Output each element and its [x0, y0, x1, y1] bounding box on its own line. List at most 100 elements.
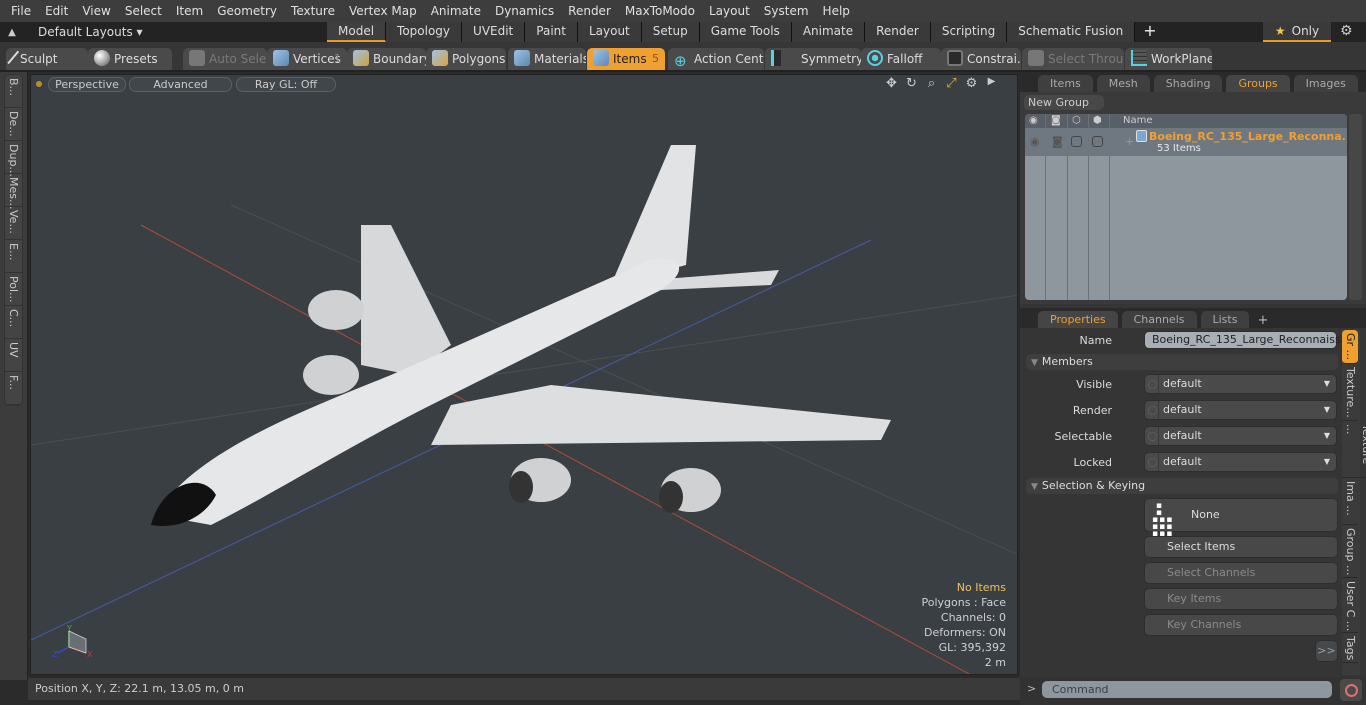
menu-view[interactable]: View	[75, 4, 117, 18]
menu-select[interactable]: Select	[118, 4, 169, 18]
visibility-eye-icon[interactable]: ◉	[1029, 115, 1038, 126]
left-tab-mesh-edit[interactable]: Mes...	[5, 174, 22, 209]
members-section[interactable]: ▼ Members	[1026, 354, 1338, 370]
materials-button[interactable]: Materials	[508, 48, 586, 70]
side-tab-tags[interactable]: Tags	[1342, 633, 1358, 663]
only-toggle[interactable]: ★ Only	[1263, 22, 1331, 42]
menu-vertex-map[interactable]: Vertex Map	[342, 4, 424, 18]
left-tab-edge[interactable]: E...	[5, 240, 22, 273]
tab-shading[interactable]: Shading	[1153, 75, 1223, 92]
symmetry-icon	[771, 50, 781, 66]
left-tab-basic[interactable]: B...	[5, 75, 22, 108]
locked-cube-icon[interactable]: ⬢	[1093, 115, 1102, 126]
command-input[interactable]: Command	[1042, 681, 1332, 698]
tab-groups[interactable]: Groups	[1226, 75, 1290, 92]
menu-geometry[interactable]: Geometry	[210, 4, 284, 18]
side-tab-images[interactable]: Ima ...	[1342, 478, 1358, 525]
tab-scripting[interactable]: Scripting	[930, 22, 1008, 42]
tab-schematic-fusion[interactable]: Schematic Fusion	[1007, 22, 1136, 42]
selectable-dropdown[interactable]: default ▼	[1144, 426, 1337, 446]
key-channels-button[interactable]: Key Channels	[1144, 614, 1338, 636]
symmetry-button[interactable]: Symmetry	[765, 48, 861, 70]
auto-select-button[interactable]: Auto Select	[183, 48, 267, 70]
vertices-button[interactable]: Vertices 1	[267, 48, 347, 70]
falloff-button[interactable]: Falloff	[861, 48, 941, 70]
name-field[interactable]: Boeing_RC_135_Large_Reconnaissan	[1144, 331, 1354, 349]
tab-paint[interactable]: Paint	[525, 22, 578, 42]
menu-help[interactable]: Help	[816, 4, 857, 18]
tab-game-tools[interactable]: Game Tools	[699, 22, 792, 42]
left-tab-fusion[interactable]: F...	[5, 372, 22, 405]
polygons-button[interactable]: Polygons	[426, 48, 506, 70]
key-items-button[interactable]: Key Items	[1144, 588, 1338, 610]
visible-dropdown[interactable]: default ▼	[1144, 374, 1337, 394]
left-tab-deform[interactable]: De...	[5, 108, 22, 141]
left-tab-vertex[interactable]: Ve...	[5, 207, 22, 240]
new-group-button[interactable]: New Group	[1024, 95, 1104, 110]
collapse-up-icon[interactable]: ▲	[0, 27, 24, 38]
menu-render[interactable]: Render	[561, 4, 618, 18]
tab-setup[interactable]: Setup	[641, 22, 700, 42]
locked-dropdown[interactable]: default ▼	[1144, 452, 1337, 472]
menu-animate[interactable]: Animate	[424, 4, 488, 18]
3d-viewport[interactable]: Perspective Advanced Ray GL: Off ✥ ↻ ⌕ ⤢…	[30, 74, 1018, 675]
gear-icon[interactable]: ⚙	[1340, 23, 1353, 39]
tab-mesh[interactable]: Mesh ...	[1096, 75, 1150, 107]
side-tab-group[interactable]: Group ...	[1342, 525, 1358, 578]
side-tab-groups[interactable]: Gr ...	[1342, 330, 1358, 364]
workplane-button[interactable]: WorkPlane	[1125, 48, 1212, 70]
tab-images[interactable]: Images	[1293, 75, 1358, 92]
top-panel-tabs: Items Mesh ... Shading Groups Images + ⤢…	[1020, 72, 1366, 107]
row-eye-icon[interactable]: ◉	[1030, 135, 1040, 148]
left-tab-uv[interactable]: UV	[5, 339, 22, 372]
row-camera-icon[interactable]: ◙	[1052, 135, 1063, 148]
side-tab-texture-2[interactable]: Texture ...	[1342, 421, 1366, 478]
add-tab-icon[interactable]: +	[1135, 22, 1164, 42]
tab-layout[interactable]: Layout	[577, 22, 642, 42]
menu-file[interactable]: File	[4, 4, 38, 18]
selection-keying-section[interactable]: ▼ Selection & Keying	[1026, 478, 1338, 494]
default-layouts-dropdown[interactable]: Default Layouts ▾	[24, 25, 324, 39]
menu-system[interactable]: System	[757, 4, 816, 18]
left-tab-polygon[interactable]: Pol...	[5, 273, 22, 306]
expand-plus-icon[interactable]: +	[1125, 135, 1134, 148]
left-tab-duplicate[interactable]: Dup...	[5, 141, 22, 177]
menu-layout[interactable]: Layout	[702, 4, 757, 18]
tab-model[interactable]: Model	[327, 22, 387, 42]
tab-items[interactable]: Items	[1038, 75, 1093, 92]
render-dropdown[interactable]: default ▼	[1144, 400, 1337, 420]
constraints-button[interactable]: Constrai...	[941, 48, 1021, 70]
side-tab-user-channels[interactable]: User C ...	[1342, 578, 1358, 633]
tab-animate[interactable]: Animate	[791, 22, 866, 42]
groups-scrollbar[interactable]	[1349, 114, 1362, 300]
boundary-button[interactable]: Boundary	[347, 48, 426, 70]
left-tab-curve[interactable]: C...	[5, 306, 22, 339]
record-icon[interactable]	[1340, 679, 1362, 701]
name-column-header[interactable]: Name	[1123, 115, 1153, 126]
tab-topology[interactable]: Topology	[386, 22, 463, 42]
action-center-button[interactable]: ⊕ Action Center	[668, 48, 764, 70]
add-panel-tab-icon[interactable]: +	[1362, 77, 1366, 92]
row-selectable-toggle[interactable]	[1071, 136, 1082, 147]
menu-maxtomodo[interactable]: MaxToModo	[618, 4, 702, 18]
selectable-cube-icon[interactable]: ⬡	[1072, 115, 1081, 126]
side-tab-texture-1[interactable]: Texture...	[1342, 364, 1358, 421]
none-button[interactable]: ▪ ▪ ▪▪▪ ▪▪▪ ▪▪▪ None	[1144, 498, 1338, 539]
menu-item[interactable]: Item	[169, 4, 210, 18]
group-row[interactable]: ◉ ◙ + Boeing_RC_135_Large_Reconna... 53 …	[1025, 128, 1347, 156]
presets-button[interactable]: Presets	[88, 48, 172, 70]
select-items-button[interactable]: Select Items	[1144, 536, 1338, 558]
row-locked-toggle[interactable]	[1092, 136, 1103, 147]
tab-render[interactable]: Render	[865, 22, 931, 42]
sculpt-button[interactable]: Sculpt	[6, 48, 88, 70]
layout-tabs: Model Topology UVEdit Paint Layout Setup…	[327, 22, 1165, 42]
menu-edit[interactable]: Edit	[38, 4, 75, 18]
menu-dynamics[interactable]: Dynamics	[488, 4, 561, 18]
render-camera-icon[interactable]: ◙	[1051, 115, 1061, 126]
items-button[interactable]: Items 5	[587, 48, 665, 70]
menu-texture[interactable]: Texture	[284, 4, 342, 18]
select-through-button[interactable]: Select Through	[1022, 48, 1124, 70]
tab-uvedit[interactable]: UVEdit	[462, 22, 526, 42]
select-channels-button[interactable]: Select Channels	[1144, 562, 1338, 584]
more-button[interactable]: >>	[1315, 640, 1338, 662]
